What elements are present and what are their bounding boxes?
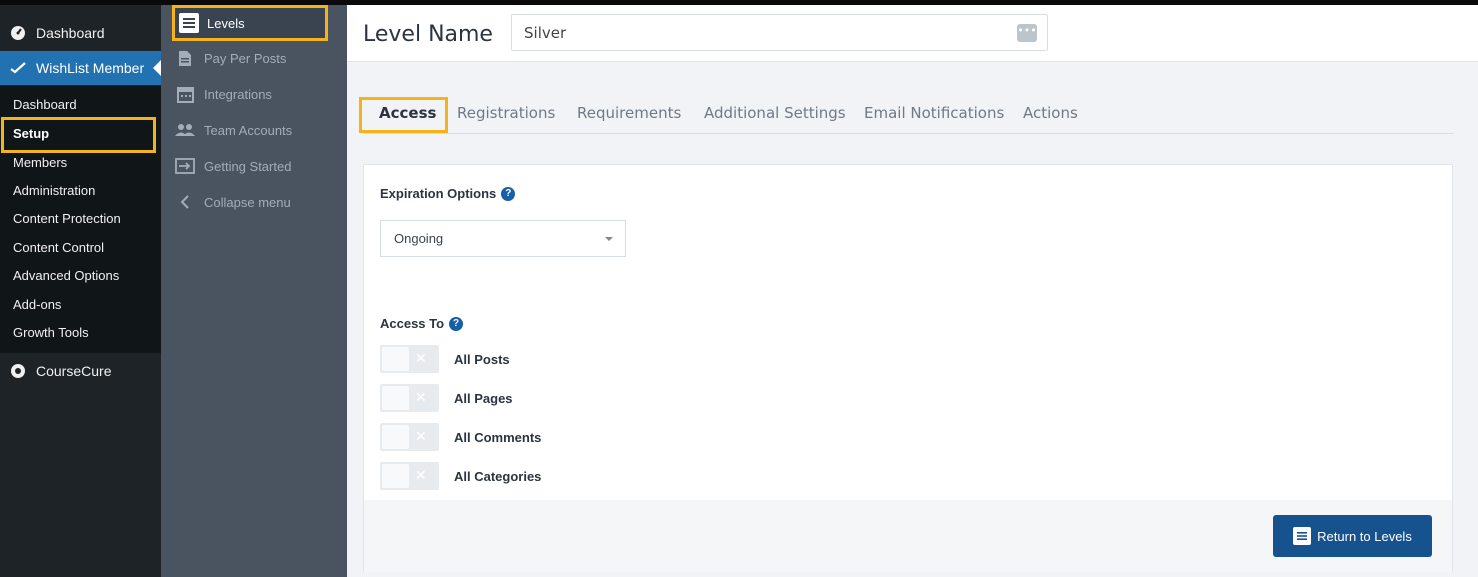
checkmark-icon [0,62,36,74]
submenu-item-content-control[interactable]: Content Control [13,238,104,258]
tab-actions[interactable]: Actions [1023,104,1078,122]
menu-item-integrations[interactable]: Integrations [174,81,272,107]
x-icon: ✕ [415,467,427,483]
menu-item-levels-label: Levels [207,15,245,31]
caret-down-icon [605,237,613,241]
document-icon [174,50,196,67]
wp-menu-dashboard[interactable]: Dashboard [0,16,161,50]
help-icon[interactable]: ? [449,316,464,331]
chevron-left-icon [174,195,196,209]
submenu-item-administration[interactable]: Administration [13,181,95,201]
expiration-options-text: Expiration Options [380,186,497,201]
return-to-levels-button[interactable]: Return to Levels [1273,515,1432,557]
level-name-value: Silver [524,24,567,42]
all-pages-toggle[interactable]: ✕ [380,384,439,412]
wp-menu-coursecure-label: CourseCure [36,363,112,379]
current-menu-arrow-icon [153,60,161,76]
all-categories-label: All Categories [454,468,542,484]
dashboard-gauge-icon [0,25,36,41]
expiration-options-label: Expiration Options ? [380,186,516,201]
wp-menu-wishlist-label: WishList Member [36,60,145,76]
level-header: Level Name Silver ••• [347,5,1478,62]
level-name-input[interactable]: Silver ••• [511,14,1048,51]
menu-item-levels[interactable]: Levels [172,5,328,41]
list-icon [179,13,199,33]
help-icon[interactable]: ? [501,186,516,201]
all-posts-toggle[interactable]: ✕ [380,345,439,373]
submenu-item-growth-tools[interactable]: Growth Tools [13,323,89,343]
all-categories-toggle[interactable]: ✕ [380,462,439,490]
calendar-icon [174,86,196,103]
menu-item-pay-per-posts[interactable]: Pay Per Posts [174,45,286,71]
sign-in-arrow-icon [174,158,196,174]
list-icon [1293,527,1312,545]
team-users-icon [174,123,196,137]
expiration-select-value: Ongoing [394,231,444,246]
access-tab-highlight-box [359,97,448,133]
expiration-select[interactable]: Ongoing [380,220,626,257]
tab-email-notifications[interactable]: Email Notifications [864,104,1004,122]
submenu-item-add-ons[interactable]: Add-ons [13,295,61,315]
all-comments-label: All Comments [454,429,542,445]
x-icon: ✕ [415,428,427,444]
menu-item-team-accounts-label: Team Accounts [204,122,293,138]
menu-item-integrations-label: Integrations [204,86,272,102]
page-title: Level Name [363,22,493,47]
menu-item-getting-started-label: Getting Started [204,158,292,174]
x-icon: ✕ [415,389,427,405]
access-to-text: Access To [380,316,445,331]
all-comments-toggle[interactable]: ✕ [380,423,439,451]
tab-additional-settings[interactable]: Additional Settings [704,104,846,122]
wp-menu-wishlist-member[interactable]: WishList Member [0,51,161,85]
return-to-levels-label: Return to Levels [1317,528,1412,544]
wp-menu-coursecure[interactable]: CourseCure [0,354,161,388]
setup-highlight-box [1,117,156,153]
menu-item-getting-started[interactable]: Getting Started [174,153,291,179]
x-icon: ✕ [415,350,427,366]
submenu-item-dashboard[interactable]: Dashboard [13,95,77,115]
tab-registrations[interactable]: Registrations [457,104,555,122]
toggle-row-all-pages: ✕ All Pages [380,384,513,412]
more-options-icon[interactable]: ••• [1017,24,1037,42]
wp-menu-dashboard-label: Dashboard [36,25,105,41]
panel-footer: Return to Levels [364,500,1452,572]
toggle-row-all-posts: ✕ All Posts [380,345,510,373]
plugin-side-menu: Pay Per Posts Integrations Team Accounts… [161,0,347,577]
level-tabs: Access Registrations Requirements Additi… [363,96,1453,134]
toggle-row-all-categories: ✕ All Categories [380,462,541,490]
all-posts-label: All Posts [454,351,510,367]
menu-item-pay-per-posts-label: Pay Per Posts [204,50,287,66]
access-to-label: Access To ? [380,316,464,331]
toggle-row-all-comments: ✕ All Comments [380,423,541,451]
menu-item-collapse[interactable]: Collapse menu [174,189,291,215]
all-pages-label: All Pages [454,390,513,406]
wp-admin-sidebar: Dashboard WishList Member Dashboard Setu… [0,0,161,577]
submenu-item-content-protection[interactable]: Content Protection [13,209,121,229]
submenu-item-members[interactable]: Members [13,153,67,173]
coursecure-icon [0,363,36,379]
main-content: Level Name Silver ••• Access Registratio… [347,0,1478,577]
menu-item-team-accounts[interactable]: Team Accounts [174,117,292,143]
access-panel: Expiration Options ? Ongoing Access To ?… [363,164,1453,572]
menu-item-collapse-label: Collapse menu [204,194,291,210]
tab-requirements[interactable]: Requirements [577,104,681,122]
top-bar [0,0,1478,5]
submenu-item-advanced-options[interactable]: Advanced Options [13,266,119,286]
